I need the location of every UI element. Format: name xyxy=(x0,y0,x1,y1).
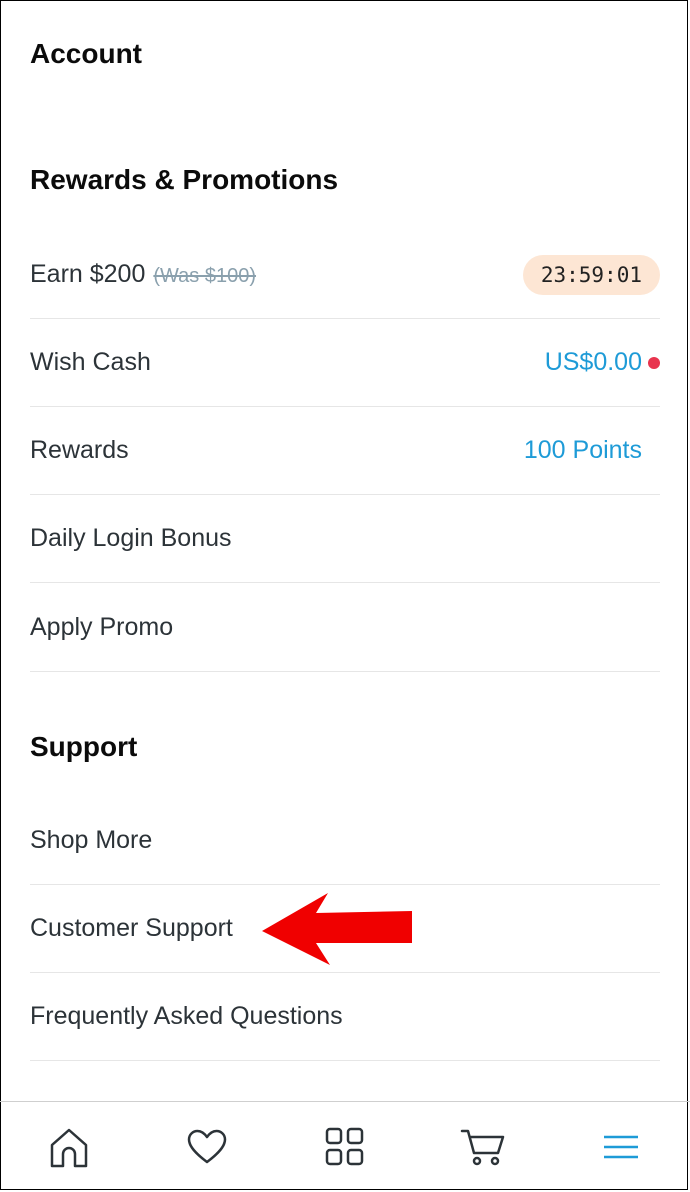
faq-row[interactable]: Frequently Asked Questions xyxy=(30,973,660,1061)
nav-wishlist[interactable] xyxy=(177,1117,237,1177)
earn-label: Earn $200 xyxy=(30,260,146,288)
daily-login-bonus-label: Daily Login Bonus xyxy=(30,524,232,552)
heart-icon xyxy=(187,1129,227,1164)
grid-icon xyxy=(325,1127,364,1166)
wish-cash-value: US$0.00 xyxy=(544,348,642,376)
wish-cash-label: Wish Cash xyxy=(30,348,151,376)
apply-promo-label: Apply Promo xyxy=(30,613,174,641)
page-title: Account xyxy=(30,38,142,69)
wish-cash-value-group: US$0.00 xyxy=(545,348,660,377)
rewards-points-value: 100 Points xyxy=(523,436,642,464)
section-title-support: Support xyxy=(30,731,138,762)
account-page: Account Rewards & Promotions Earn $200 (W… xyxy=(0,0,690,1100)
notification-dot-icon xyxy=(648,356,660,369)
nav-menu[interactable] xyxy=(591,1117,651,1177)
countdown-timer-badge: 23:59:01 xyxy=(522,254,660,295)
earn-label-group: Earn $200 (Was $100) xyxy=(30,260,256,289)
earn-was-price: (Was $100) xyxy=(153,265,257,287)
shop-more-label: Shop More xyxy=(30,826,153,854)
rewards-label: Rewards xyxy=(30,436,129,464)
apply-promo-row[interactable]: Apply Promo xyxy=(30,584,660,672)
section-title-rewards: Rewards & Promotions xyxy=(30,164,339,195)
cart-icon xyxy=(460,1129,505,1166)
rewards-row[interactable]: Rewards 100 Points xyxy=(30,407,660,495)
red-arrow-annotation-icon xyxy=(262,893,412,965)
faq-label: Frequently Asked Questions xyxy=(30,1002,343,1030)
nav-home[interactable] xyxy=(39,1117,99,1177)
home-icon xyxy=(50,1128,88,1168)
menu-icon xyxy=(604,1135,638,1159)
shop-more-row[interactable]: Shop More xyxy=(30,797,660,885)
earn-row[interactable]: Earn $200 (Was $100) 23:59:01 xyxy=(30,231,660,319)
wish-cash-row[interactable]: Wish Cash US$0.00 xyxy=(30,319,660,407)
nav-categories[interactable] xyxy=(315,1117,375,1177)
nav-cart[interactable] xyxy=(453,1117,513,1177)
bottom-nav xyxy=(0,1101,690,1192)
customer-support-label: Customer Support xyxy=(30,914,233,942)
daily-login-bonus-row[interactable]: Daily Login Bonus xyxy=(30,495,660,583)
